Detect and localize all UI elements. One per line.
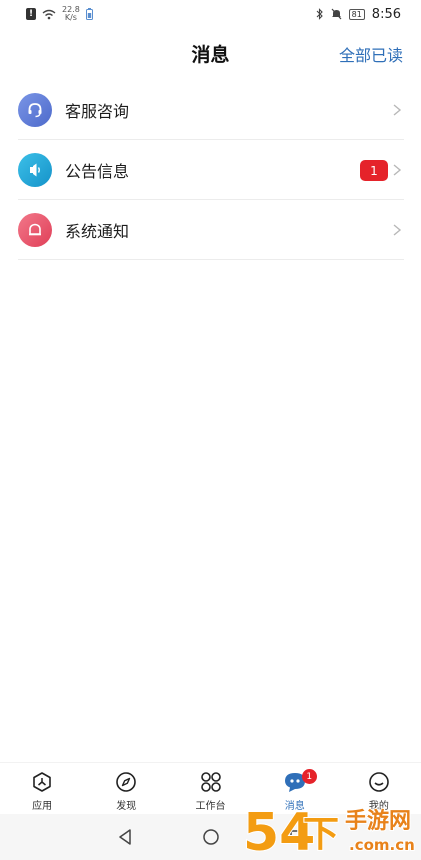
message-item-customer-service[interactable]: 客服咨询 — [18, 80, 404, 140]
tab-label: 应用 — [32, 801, 53, 812]
headset-icon — [18, 92, 52, 127]
alert-icon: ! — [26, 8, 36, 20]
chevron-right-icon — [393, 104, 402, 116]
tab-workbench[interactable]: 工作台 — [168, 763, 252, 814]
compass-icon — [114, 770, 138, 794]
status-bar: ! 22.8 K/s 81 8:56 — [0, 0, 421, 28]
battery-saver-icon — [85, 8, 93, 20]
message-list: 客服咨询 公告信息 1 系统通知 — [18, 80, 404, 260]
message-item-label: 客服咨询 — [65, 101, 130, 121]
message-item-label: 公告信息 — [65, 161, 130, 181]
mark-all-read-button[interactable]: 全部已读 — [339, 42, 403, 66]
message-item-label: 系统通知 — [65, 221, 130, 241]
status-time: 8:56 — [371, 6, 401, 22]
back-button[interactable] — [114, 826, 136, 848]
message-item-announcement[interactable]: 公告信息 1 — [18, 140, 404, 200]
profile-icon — [367, 770, 391, 794]
mute-icon — [331, 8, 342, 20]
tab-label: 工作台 — [195, 801, 226, 812]
tab-discover[interactable]: 发现 — [84, 763, 168, 814]
home-circle-icon — [202, 829, 219, 845]
status-left: ! 22.8 K/s — [26, 6, 93, 22]
site-watermark-logo: 54 下 手游网 .com.cn — [242, 802, 416, 858]
chevron-right-icon — [393, 224, 402, 236]
tab-unread-badge: 1 — [301, 769, 317, 784]
unread-badge: 1 — [360, 160, 388, 181]
bluetooth-icon — [316, 8, 323, 20]
network-speed: 22.8 K/s — [62, 6, 80, 22]
speed-unit: K/s — [64, 13, 77, 22]
tab-label: 发现 — [116, 801, 137, 812]
page-header: 消息 全部已读 — [0, 28, 421, 80]
wifi-icon — [42, 9, 56, 19]
watermark-domain: .com.cn — [349, 836, 415, 854]
workbench-icon — [199, 770, 223, 794]
watermark-glyph: 下 — [303, 814, 339, 855]
back-triangle-icon — [118, 829, 131, 845]
battery-indicator: 81 — [348, 8, 365, 20]
tab-apps[interactable]: 应用 — [0, 763, 84, 814]
bell-icon — [18, 212, 52, 247]
watermark-site-name: 手游网 — [345, 808, 411, 834]
chevron-right-icon — [393, 164, 402, 176]
message-item-system-notice[interactable]: 系统通知 — [18, 200, 404, 260]
speaker-icon — [18, 152, 52, 187]
home-button[interactable] — [200, 826, 222, 848]
app-icon — [30, 770, 54, 794]
status-right: 81 8:56 — [316, 7, 401, 22]
